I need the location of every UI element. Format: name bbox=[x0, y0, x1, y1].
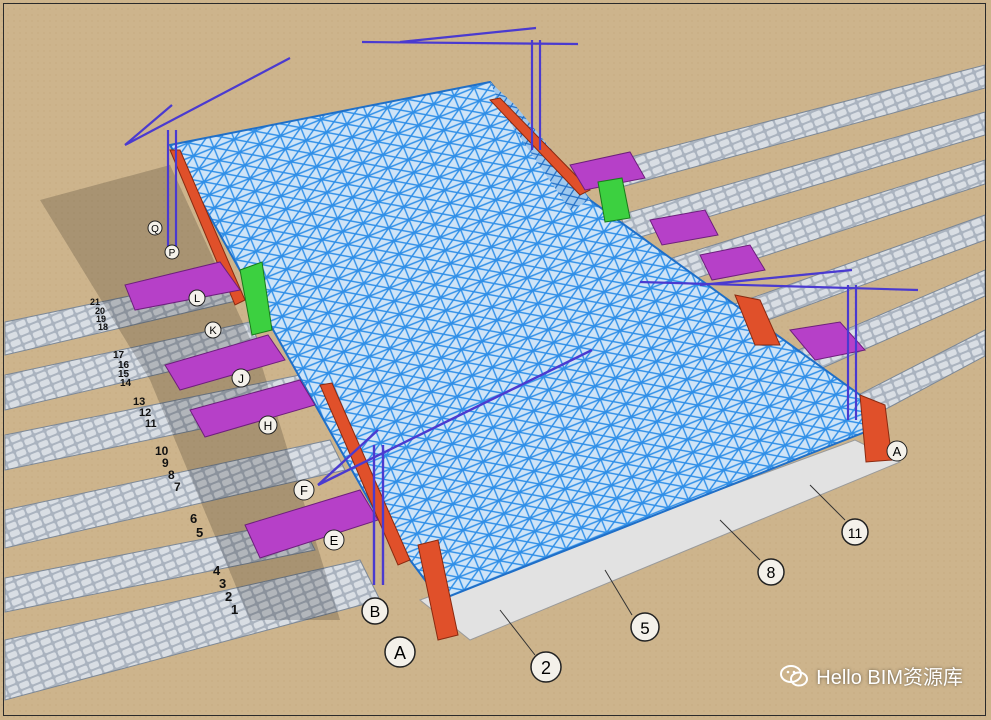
track-label-5: 5 bbox=[196, 525, 203, 540]
svg-text:B: B bbox=[370, 604, 381, 621]
watermark-text: Hello BIM资源库 bbox=[816, 667, 963, 689]
svg-text:A: A bbox=[893, 444, 902, 459]
grid-bubble-b: B bbox=[361, 597, 389, 625]
grid-bubble-q: Q bbox=[147, 220, 163, 236]
wechat-icon bbox=[780, 664, 809, 686]
grid-bubble-h: H bbox=[258, 415, 278, 435]
grid-bubble-2: 2 bbox=[530, 651, 562, 683]
grid-bubble-f: F bbox=[293, 479, 315, 501]
track-label-11: 11 bbox=[145, 418, 157, 430]
svg-text:2: 2 bbox=[541, 658, 551, 678]
track-label-18: 18 bbox=[98, 322, 108, 332]
svg-text:K: K bbox=[209, 325, 217, 337]
svg-text:8: 8 bbox=[767, 565, 776, 582]
grid-bubble-a: A bbox=[384, 636, 416, 668]
svg-text:A: A bbox=[394, 643, 406, 663]
svg-text:5: 5 bbox=[640, 619, 649, 638]
grid-bubble-e: E bbox=[323, 529, 345, 551]
grid-bubble-5: 5 bbox=[630, 612, 660, 642]
construction-site-scene: A B E F H J K L P Q A 2 5 8 11 4 3 2 1 6… bbox=[0, 0, 991, 720]
grid-bubble-k: K bbox=[204, 321, 222, 339]
track-label-6: 6 bbox=[190, 511, 197, 526]
svg-text:Q: Q bbox=[151, 224, 159, 235]
svg-text:L: L bbox=[194, 293, 200, 305]
watermark: Hello BIM资源库 bbox=[780, 661, 963, 690]
svg-text:H: H bbox=[264, 419, 273, 433]
track-label-14: 14 bbox=[120, 378, 132, 389]
grid-bubble-11: 11 bbox=[841, 518, 869, 546]
svg-text:F: F bbox=[300, 483, 308, 498]
svg-text:P: P bbox=[169, 248, 176, 259]
svg-text:J: J bbox=[238, 372, 244, 386]
svg-text:11: 11 bbox=[848, 525, 863, 541]
svg-text:E: E bbox=[330, 533, 339, 548]
grid-bubble-j: J bbox=[231, 368, 251, 388]
grid-bubble-far-a: A bbox=[886, 440, 908, 462]
grid-bubble-p: P bbox=[164, 244, 180, 260]
grid-bubble-l: L bbox=[188, 289, 206, 307]
track-label-1: 1 bbox=[231, 602, 238, 617]
grid-bubble-8: 8 bbox=[757, 558, 785, 586]
track-label-7: 7 bbox=[174, 480, 181, 494]
